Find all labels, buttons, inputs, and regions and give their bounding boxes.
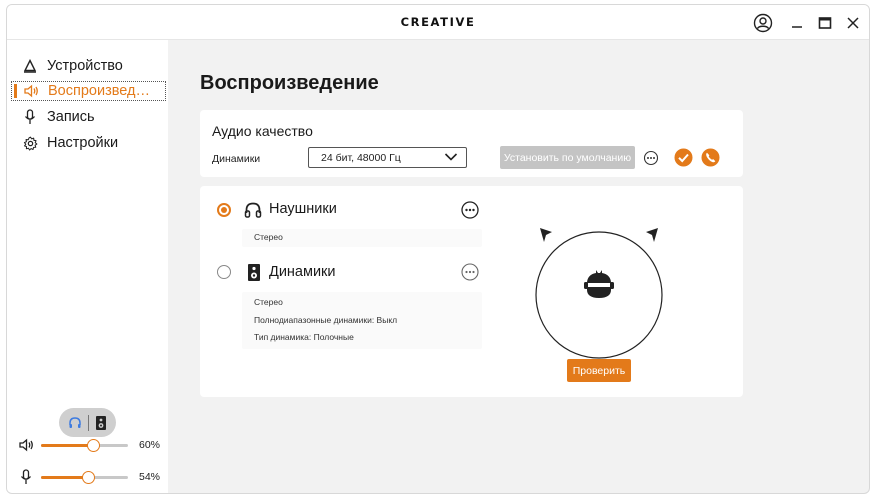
headphones-name: Наушники <box>269 201 337 217</box>
main-content: Воспроизведение Аудио качество Динамики … <box>168 40 869 493</box>
sidebar-item-label: Запись <box>47 109 95 125</box>
microphone-icon <box>19 108 41 126</box>
format-select[interactable]: 24 бит, 48000 Гц <box>308 147 467 168</box>
sidebar-item-label: Воспроизвед… <box>48 83 150 99</box>
sidebar-item-label: Настройки <box>47 135 119 151</box>
speakers-info-line: Полнодиапазонные динамики: Выкл <box>254 314 398 325</box>
sidebar-item-recording[interactable]: Запись <box>11 107 166 127</box>
close-icon[interactable] <box>843 13 863 33</box>
speaker-icon <box>245 262 263 282</box>
gear-icon <box>19 134 41 152</box>
volume-slider-row: 60% <box>17 435 167 455</box>
speakers-info-line: Стерео <box>254 297 283 307</box>
mic-slider[interactable] <box>41 471 128 484</box>
check-icon[interactable] <box>674 148 693 167</box>
speaker-icon[interactable] <box>95 415 107 431</box>
speakers-radio[interactable] <box>217 265 231 279</box>
sidebar-item-device[interactable]: Устройство <box>11 56 166 76</box>
right-speaker-icon <box>646 228 658 242</box>
speakers-info-line: Тип динамика: Полочные <box>254 332 354 342</box>
audio-quality-card: Аудио качество Динамики 24 бит, 48000 Гц… <box>200 110 743 177</box>
chevron-down-icon <box>444 152 458 165</box>
phone-icon[interactable] <box>701 148 720 167</box>
headphones-icon[interactable] <box>68 416 82 430</box>
sidebar-item-settings[interactable]: Настройки <box>11 133 166 153</box>
volume-slider-fill <box>41 444 94 447</box>
headphones-info-line: Стерео <box>254 232 283 242</box>
headphones-more-options-icon[interactable] <box>461 201 479 219</box>
mic-slider-thumb[interactable] <box>81 471 95 484</box>
speaker-volume-icon[interactable] <box>17 436 35 454</box>
device-icon <box>19 57 41 75</box>
page-title: Воспроизведение <box>200 72 379 94</box>
volume-slider-thumb[interactable] <box>87 439 101 452</box>
microphone-icon[interactable] <box>17 468 35 486</box>
device-label: Динамики <box>212 153 261 165</box>
devices-card: Наушники Стерео Динамики Стерео Полнодиа… <box>200 186 743 397</box>
minimize-icon[interactable] <box>787 13 807 33</box>
sidebar: Устройство Воспроизвед… Запись Настройки <box>7 40 168 493</box>
format-select-value: 24 бит, 48000 Гц <box>321 152 401 164</box>
mic-slider-row: 54% <box>17 467 167 487</box>
headphones-info: Стерео <box>242 229 482 247</box>
sidebar-item-playback[interactable]: Воспроизвед… <box>11 81 166 101</box>
more-options-icon[interactable] <box>643 150 659 166</box>
speakers-name: Динамики <box>269 264 336 280</box>
left-speaker-icon <box>540 228 552 242</box>
speaker-position-diagram <box>535 228 663 359</box>
volume-slider[interactable] <box>41 439 128 452</box>
audio-quality-title: Аудио качество <box>212 123 313 139</box>
maximize-icon[interactable] <box>815 13 835 33</box>
output-toggle[interactable] <box>59 408 116 437</box>
mic-value: 54% <box>139 471 161 483</box>
headphones-radio[interactable] <box>217 203 231 217</box>
set-default-button[interactable]: Установить по умолчанию <box>500 146 635 169</box>
test-button[interactable]: Проверить <box>567 359 631 382</box>
toggle-divider <box>88 414 89 431</box>
sidebar-item-label: Устройство <box>47 58 123 74</box>
volume-value: 60% <box>139 439 161 451</box>
mic-slider-fill <box>41 476 88 479</box>
speakers-info: Стерео Полнодиапазонные динамики: Выкл Т… <box>242 292 482 349</box>
account-icon[interactable] <box>753 13 773 33</box>
brand-logo: CREATIVE <box>400 15 476 29</box>
speaker-volume-icon <box>20 82 42 100</box>
speakers-more-options-icon[interactable] <box>461 263 479 281</box>
headphones-icon <box>244 200 262 220</box>
app-window: CREATIVE Устройство Воспроизвед… Запись … <box>6 4 870 494</box>
title-bar: CREATIVE <box>7 5 869 40</box>
